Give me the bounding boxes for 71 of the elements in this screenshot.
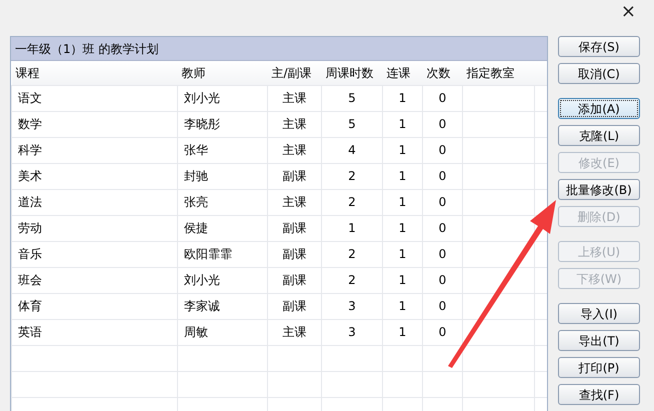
table-cell: 主课 bbox=[268, 137, 322, 163]
table-cell: 0 bbox=[422, 267, 462, 293]
action-button[interactable]: 导入(I) bbox=[558, 303, 640, 324]
table-cell: 1 bbox=[382, 111, 422, 137]
action-button[interactable]: 批量修改(B) bbox=[558, 179, 640, 200]
table-cell: 美术 bbox=[12, 163, 178, 189]
table-cell: 副课 bbox=[268, 163, 322, 189]
table-cell: 0 bbox=[422, 215, 462, 241]
table-cell: 2 bbox=[322, 267, 382, 293]
action-button[interactable]: 添加(A) bbox=[558, 98, 640, 119]
table-cell: 2 bbox=[322, 189, 382, 215]
action-button[interactable]: 打印(P) bbox=[558, 357, 640, 378]
table-cell: 0 bbox=[422, 85, 462, 111]
table-cell: 李家诚 bbox=[178, 293, 268, 319]
table-cell: 副课 bbox=[268, 241, 322, 267]
table-cell: 封驰 bbox=[178, 163, 268, 189]
table-cell: 1 bbox=[382, 267, 422, 293]
table-cell: 1 bbox=[382, 85, 422, 111]
table-cell: 班会 bbox=[12, 267, 178, 293]
table-cell: 英语 bbox=[12, 319, 178, 345]
table-cell: 音乐 bbox=[12, 241, 178, 267]
table-cell: 主课 bbox=[268, 85, 322, 111]
action-button[interactable]: 查找(F) bbox=[558, 384, 640, 405]
table-cell: 0 bbox=[422, 137, 462, 163]
table-cell: 李晓彤 bbox=[178, 111, 268, 137]
table-cell: 张亮 bbox=[178, 189, 268, 215]
table-cell: 1 bbox=[322, 215, 382, 241]
table-cell: 主课 bbox=[268, 111, 322, 137]
table-cell: 1 bbox=[382, 215, 422, 241]
table-cell: 劳动 bbox=[12, 215, 178, 241]
action-button[interactable]: 取消(C) bbox=[558, 63, 640, 84]
table-cell: 张华 bbox=[178, 137, 268, 163]
table-cell: 1 bbox=[382, 319, 422, 345]
panel-title: 一年级（1）班 的教学计划 bbox=[11, 37, 547, 61]
table-cell: 体育 bbox=[12, 293, 178, 319]
table-cell: 周敏 bbox=[178, 319, 268, 345]
table-cell: 道法 bbox=[12, 189, 178, 215]
table-cell: 副课 bbox=[268, 293, 322, 319]
table-cell: 主课 bbox=[268, 189, 322, 215]
table-cell: 1 bbox=[382, 163, 422, 189]
table-cell: 5 bbox=[322, 111, 382, 137]
table-cell: 0 bbox=[422, 189, 462, 215]
table-cell: 刘小光 bbox=[178, 85, 268, 111]
action-button[interactable]: 克隆(L) bbox=[558, 125, 640, 146]
table-cell: 科学 bbox=[12, 137, 178, 163]
table-cell: 数学 bbox=[12, 111, 178, 137]
table-cell: 0 bbox=[422, 111, 462, 137]
table-cell: 1 bbox=[382, 137, 422, 163]
table-cell: 欧阳霏霏 bbox=[178, 241, 268, 267]
table-cell: 0 bbox=[422, 163, 462, 189]
table-cell: 刘小光 bbox=[178, 267, 268, 293]
table-cell: 4 bbox=[322, 137, 382, 163]
table-cell: 语文 bbox=[12, 85, 178, 111]
table-cell: 主课 bbox=[268, 319, 322, 345]
action-button[interactable]: 导出(T) bbox=[558, 330, 640, 351]
table-cell: 2 bbox=[322, 163, 382, 189]
table-cell: 1 bbox=[382, 293, 422, 319]
table-cell: 5 bbox=[322, 85, 382, 111]
action-button[interactable]: 保存(S) bbox=[558, 36, 640, 57]
table-cell: 副课 bbox=[268, 215, 322, 241]
table-cell: 0 bbox=[422, 293, 462, 319]
table-cell: 1 bbox=[382, 241, 422, 267]
table-cell: 侯捷 bbox=[178, 215, 268, 241]
table-cell: 1 bbox=[382, 189, 422, 215]
table-cell: 0 bbox=[422, 319, 462, 345]
close-button[interactable]: × bbox=[616, 0, 640, 24]
table-cell: 副课 bbox=[268, 267, 322, 293]
table-cell: 3 bbox=[322, 293, 382, 319]
table-cell: 0 bbox=[422, 241, 462, 267]
table-cell: 2 bbox=[322, 241, 382, 267]
table-cell: 3 bbox=[322, 319, 382, 345]
